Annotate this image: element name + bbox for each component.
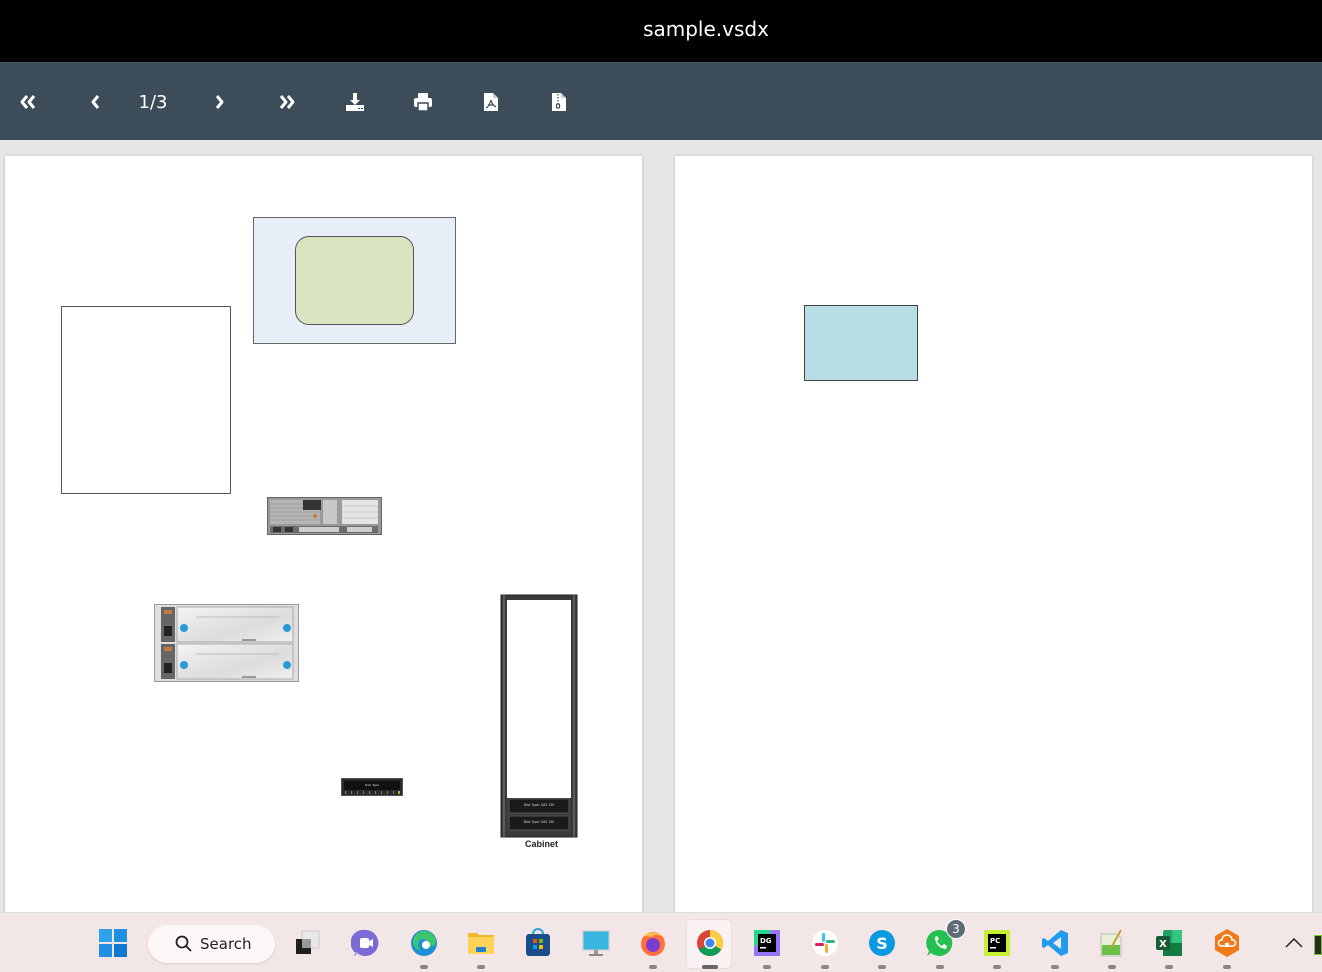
taskbar-app-task-view[interactable]	[292, 927, 324, 959]
notepad-icon	[1100, 929, 1122, 957]
taskbar-app-remote-desktop[interactable]	[580, 927, 612, 959]
taskbar-app-file-explorer[interactable]	[465, 927, 497, 969]
blue-rectangle[interactable]	[804, 305, 918, 381]
windows-start-icon	[99, 929, 127, 957]
store-icon	[526, 928, 550, 956]
diagram-page-2	[675, 156, 1312, 912]
pycharm-icon: PC	[984, 930, 1010, 956]
taskbar-app-pycharm[interactable]: PC	[981, 927, 1013, 969]
print-button[interactable]	[410, 89, 436, 115]
active-indicator	[702, 965, 718, 969]
taskbar-app-datagrip[interactable]: DG	[751, 927, 783, 969]
taskbar-app-vpn[interactable]	[1211, 927, 1243, 969]
last-page-button[interactable]	[274, 89, 300, 115]
firefox-icon	[641, 932, 665, 956]
rack-unit-shape[interactable]: Disk Type	[341, 778, 403, 796]
chrome-icon	[697, 930, 724, 957]
taskbar-app-firefox[interactable]	[637, 927, 669, 969]
cabinet-shape[interactable]: Disk Type: SAS 15K Disk Type: SAS 15K	[500, 594, 578, 839]
taskbar-app-excel[interactable]: X	[1153, 927, 1185, 969]
window-title: sample.vsdx	[643, 17, 769, 41]
running-indicator	[477, 965, 485, 969]
running-indicator	[993, 965, 1001, 969]
download-button[interactable]	[342, 89, 368, 115]
taskbar-app-whatsapp[interactable]: 3	[924, 919, 966, 969]
video-chat-icon	[351, 929, 379, 956]
svg-text:X: X	[1159, 939, 1167, 950]
print-icon	[414, 93, 432, 112]
export-zip-button[interactable]	[546, 89, 572, 115]
server-device-shape[interactable]	[267, 497, 382, 535]
running-indicator	[878, 965, 886, 969]
taskbar-app-store[interactable]	[522, 927, 554, 959]
zip-file-icon	[552, 93, 566, 111]
diagram-page-1: Disk Type Disk Type: SAS 15K Disk Type: …	[5, 156, 642, 912]
empty-rectangle[interactable]	[61, 306, 231, 494]
skype-icon: S	[869, 930, 895, 956]
excel-icon: X	[1156, 930, 1182, 956]
folder-icon	[468, 933, 494, 954]
taskbar-app-edge[interactable]	[408, 927, 440, 969]
export-pdf-button[interactable]	[478, 89, 504, 115]
svg-text:DG: DG	[760, 937, 772, 945]
double-chevron-left-icon	[20, 95, 36, 109]
viewer-toolbar: 1/3	[0, 62, 1322, 140]
svg-text:PC: PC	[990, 937, 1000, 945]
edge-browser-icon	[411, 930, 437, 956]
running-indicator	[1051, 965, 1059, 969]
taskbar: Search DG S 3 PC X	[0, 912, 1322, 972]
running-indicator	[1165, 965, 1173, 969]
tray-app-icon[interactable]	[1314, 935, 1322, 955]
running-indicator	[649, 965, 657, 969]
taskbar-app-vscode[interactable]	[1039, 927, 1071, 969]
search-icon	[175, 935, 192, 952]
pdf-file-icon	[484, 93, 498, 111]
cloud-lock-icon	[1215, 929, 1239, 957]
notification-badge: 3	[946, 919, 966, 939]
download-icon	[346, 93, 364, 111]
svg-text:Disk Type: SAS 15K: Disk Type: SAS 15K	[524, 803, 556, 807]
taskbar-app-slack[interactable]	[809, 927, 841, 969]
double-chevron-right-icon	[279, 95, 295, 109]
datagrip-icon: DG	[754, 930, 780, 956]
previous-page-button[interactable]	[82, 89, 108, 115]
running-indicator	[821, 965, 829, 969]
running-indicator	[763, 965, 771, 969]
svg-text:S: S	[876, 934, 888, 953]
taskbar-app-chrome[interactable]	[694, 927, 726, 969]
chevron-up-icon	[1285, 938, 1303, 948]
running-indicator	[1108, 965, 1116, 969]
taskbar-search[interactable]: Search	[148, 925, 275, 963]
storage-enclosure-shape[interactable]	[154, 604, 299, 682]
taskbar-app-skype[interactable]: S	[866, 927, 898, 969]
taskbar-app-teams-meet[interactable]	[350, 927, 382, 959]
window-titlebar: sample.vsdx	[0, 0, 1322, 62]
running-indicator	[420, 965, 428, 969]
show-hidden-icons-button[interactable]	[1279, 927, 1309, 959]
running-indicator	[936, 965, 944, 969]
svg-text:Disk Type: Disk Type	[365, 783, 379, 787]
running-indicator	[1223, 965, 1231, 969]
vscode-icon	[1042, 930, 1068, 956]
cabinet-label: Cabinet	[525, 839, 559, 849]
task-view-icon	[296, 930, 320, 954]
slack-icon	[812, 930, 838, 956]
search-label: Search	[200, 935, 252, 953]
first-page-button[interactable]	[15, 89, 41, 115]
chevron-left-icon	[91, 95, 100, 109]
page-indicator: 1/3	[138, 91, 168, 113]
svg-text:Disk Type: SAS 15K: Disk Type: SAS 15K	[524, 820, 556, 824]
document-viewer[interactable]: Disk Type Disk Type: SAS 15K Disk Type: …	[0, 140, 1322, 912]
monitor-icon	[582, 930, 610, 956]
start-button[interactable]	[97, 927, 129, 959]
rounded-rectangle-shape[interactable]	[295, 236, 414, 325]
next-page-button[interactable]	[207, 89, 233, 115]
chevron-right-icon	[215, 95, 224, 109]
taskbar-app-notepad-plus[interactable]	[1096, 927, 1128, 969]
